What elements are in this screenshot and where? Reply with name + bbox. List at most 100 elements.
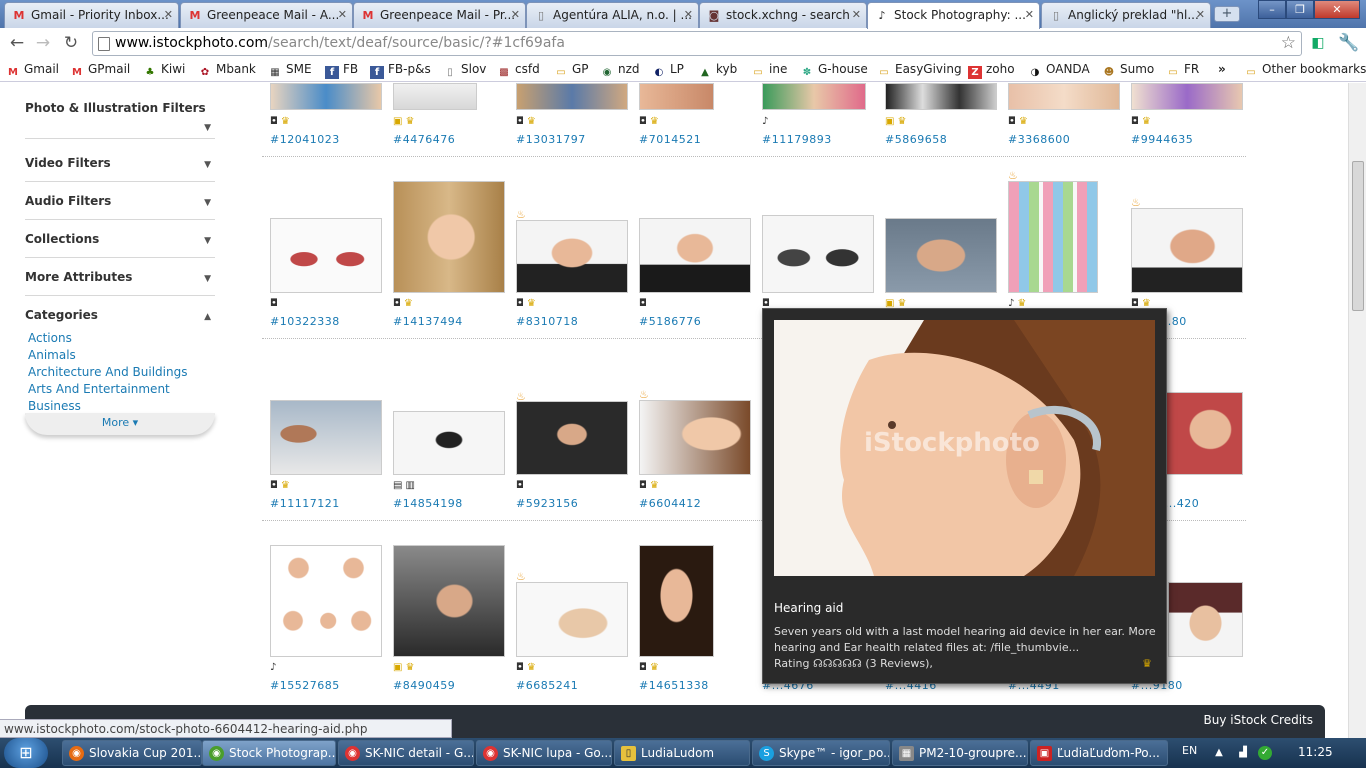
photo-thumbnail[interactable] [1131,83,1243,110]
bookmark-mbank[interactable]: ✿ Mbank [198,62,256,79]
photo-thumbnail[interactable] [639,218,751,293]
photo-thumbnail[interactable] [393,545,505,657]
file-id-link[interactable]: #6685241 [516,679,578,692]
bookmarks-overflow-chevron[interactable]: » [1218,62,1226,76]
photo-thumbnail[interactable] [393,181,505,293]
bookmark-fr[interactable]: ▭ FR [1166,62,1199,79]
extension-icon[interactable]: ◧ [1307,33,1329,53]
file-id-link[interactable]: #5869658 [885,133,947,146]
bookmark-kiwi[interactable]: ♣ Kiwi [143,62,186,79]
bookmark-easygiving[interactable]: ▭ EasyGiving [877,62,961,79]
bookmark-csfd[interactable]: ▩ csfd [497,62,539,79]
photo-thumbnail[interactable] [516,582,628,657]
taskbar-item[interactable]: ◉ SK-NIC lupa - Go... [476,740,612,766]
category-link[interactable]: Architecture And Buildings [28,365,187,379]
back-arrow-icon[interactable]: ← [6,33,28,53]
file-id-link[interactable]: #8310718 [516,315,578,328]
file-id-link[interactable]: #6604412 [639,497,701,510]
tab-gmail[interactable]: M Gmail - Priority Inbox... ✕ [4,2,179,28]
buy-credits-link[interactable]: Buy iStock Credits [1204,713,1313,727]
category-link[interactable]: Business [28,399,81,413]
file-id-link[interactable]: #11179893 [762,133,832,146]
filter-video[interactable]: Video Filters ▼ [25,156,215,182]
file-id-link[interactable]: #15527685 [270,679,340,692]
tab-istock-active[interactable]: ♪ Stock Photography: ... ✕ [867,2,1040,29]
forward-arrow-icon[interactable]: → [32,33,54,53]
security-icon[interactable]: ✓ [1258,746,1272,760]
taskbar-item-active[interactable]: ◉ Stock Photograp... [202,740,336,766]
file-id-link[interactable]: #5186776 [639,315,701,328]
taskbar-item[interactable]: ▦ PM2-10-groupre... [892,740,1028,766]
photo-thumbnail[interactable] [516,220,628,293]
start-button-icon[interactable]: ⊞ [4,738,48,768]
bookmark-kyb[interactable]: ▲ kyb [698,62,737,79]
taskbar-item[interactable]: ▣ ĽudiaĽuďom-Po... [1030,740,1168,766]
other-bookmarks-folder[interactable]: ▭ Other bookmarks [1244,62,1366,79]
file-id-link[interactable]: #4476476 [393,133,455,146]
maximize-button[interactable]: ❐ [1286,0,1314,19]
tab-preklad[interactable]: ▯ Anglický preklad "hl... ✕ [1041,2,1211,28]
category-link[interactable]: Actions [28,331,72,345]
new-tab-button[interactable]: + [1214,6,1240,22]
photo-thumbnail[interactable] [885,218,997,293]
photo-thumbnail[interactable] [1008,83,1120,110]
photo-thumbnail[interactable] [1162,392,1243,475]
file-id-link[interactable]: #5923156 [516,497,578,510]
photo-thumbnail[interactable] [516,83,628,110]
reload-icon[interactable]: ↻ [60,33,82,53]
photo-thumbnail[interactable] [393,83,477,110]
wrench-icon[interactable]: 🔧 [1338,33,1360,53]
bookmark-ine[interactable]: ▭ ine [751,62,787,79]
bookmark-lp[interactable]: ◐ LP [652,62,684,79]
file-id-link[interactable]: #10322338 [270,315,340,328]
file-id-link[interactable]: #14854198 [393,497,463,510]
tab-alia[interactable]: ▯ Agentúra ALIA, n.o. | ... ✕ [526,2,699,28]
photo-thumbnail[interactable] [393,411,505,475]
photo-thumbnail[interactable] [516,401,628,475]
photo-thumbnail[interactable] [885,83,997,110]
illustration-thumbnail[interactable] [1008,181,1098,293]
filter-audio[interactable]: Audio Filters ▼ [25,194,215,220]
close-tab-icon[interactable]: ✕ [852,8,861,21]
close-tab-icon[interactable]: ✕ [684,8,693,21]
file-id-link[interactable]: #12041023 [270,133,340,146]
tab-greenpeace-a[interactable]: M Greenpeace Mail - A... ✕ [180,2,353,28]
bookmark-star-icon[interactable]: ☆ [1281,32,1296,55]
filter-categories[interactable]: Categories ▲ [25,308,215,328]
photo-thumbnail[interactable] [1168,582,1243,657]
photo-thumbnail[interactable] [762,215,874,293]
close-tab-icon[interactable]: ✕ [1196,8,1205,21]
filter-photo-illustration[interactable]: Photo & Illustration Filters ▼ [25,101,215,139]
file-id-link[interactable]: #9944635 [1131,133,1193,146]
file-id-link[interactable]: #11117121 [270,497,340,510]
bookmark-gpmail[interactable]: M GPmail [70,62,130,79]
file-id-link[interactable]: #3368600 [1008,133,1070,146]
more-categories-button[interactable]: More ▾ [25,413,215,435]
close-window-button[interactable]: ✕ [1314,0,1360,19]
clock[interactable]: 11:25 [1298,745,1333,759]
close-tab-icon[interactable]: ✕ [1025,8,1034,21]
file-id-link[interactable]: #7014521 [639,133,701,146]
tray-arrow-icon[interactable]: ▲ [1212,746,1226,760]
bookmark-zoho[interactable]: Zzoho [968,62,1015,79]
taskbar-item[interactable]: ◉ SK-NIC detail - G... [338,740,474,766]
bookmark-sumo[interactable]: ☻ Sumo [1102,62,1154,79]
photo-thumbnail[interactable] [639,545,714,657]
bookmark-fb-ps[interactable]: f FB-p&s [370,62,431,79]
photo-thumbnail[interactable] [270,83,382,110]
bookmark-fb[interactable]: f FB [325,62,358,79]
filter-more-attributes[interactable]: More Attributes ▼ [25,270,215,296]
bookmark-g-house[interactable]: ✽ G-house [800,62,868,79]
photo-thumbnail[interactable] [639,400,751,475]
taskbar-item[interactable]: S Skype™ - igor_po... [752,740,890,766]
photo-thumbnail[interactable] [270,218,382,293]
language-indicator[interactable]: EN [1182,744,1197,757]
bookmark-oanda[interactable]: ◑ OANDA [1028,62,1090,79]
photo-thumbnail[interactable] [270,400,382,475]
file-id-link[interactable]: #13031797 [516,133,586,146]
bookmark-gmail[interactable]: M Gmail [6,62,59,79]
network-icon[interactable]: ▟ [1236,746,1250,760]
photo-thumbnail[interactable] [1131,208,1243,293]
tab-stockxchng[interactable]: ◙ stock.xchng - search ✕ [699,2,867,28]
minimize-button[interactable]: – [1258,0,1286,19]
